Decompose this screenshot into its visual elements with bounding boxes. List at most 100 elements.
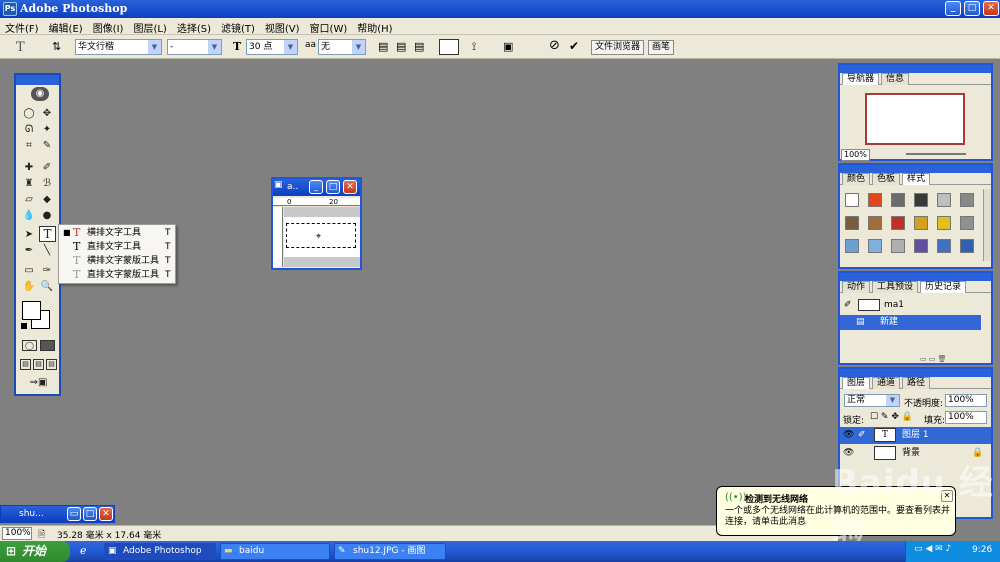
- blend-mode-select[interactable]: 正常 ▼: [844, 394, 900, 407]
- tab-file-browser[interactable]: 文件浏览器: [591, 40, 645, 55]
- style-swatch[interactable]: [891, 193, 905, 207]
- style-swatch[interactable]: [868, 216, 882, 230]
- zoom-field[interactable]: 100%: [2, 527, 32, 540]
- panel-header[interactable]: [840, 65, 991, 73]
- type-tool-preset-icon[interactable]: T: [16, 40, 25, 55]
- document-close-button[interactable]: ✕: [343, 180, 357, 194]
- photoshop-app-icon[interactable]: Ps: [3, 2, 17, 16]
- screen-mode-full-menu-icon[interactable]: ▤: [33, 359, 44, 370]
- toolbox-header[interactable]: [16, 75, 59, 85]
- cancel-icon[interactable]: ⊘: [549, 38, 560, 53]
- taskbar-item-photoshop[interactable]: ▣ Adobe Photoshop: [104, 543, 216, 560]
- palettes-icon[interactable]: ▣: [503, 40, 513, 53]
- maximize-button[interactable]: □: [964, 1, 980, 16]
- styles-scrollbar[interactable]: [983, 189, 991, 261]
- close-button[interactable]: ✕: [99, 507, 113, 521]
- align-right-icon[interactable]: ▤: [414, 40, 424, 53]
- tab-brushes[interactable]: 画笔: [648, 40, 675, 55]
- magic-wand-icon[interactable]: ✦: [40, 123, 54, 137]
- tab-navigator[interactable]: 导航器: [842, 73, 880, 85]
- style-swatch[interactable]: [914, 193, 928, 207]
- line-icon[interactable]: ╲: [40, 244, 54, 258]
- eraser-icon[interactable]: ▱: [22, 193, 36, 207]
- style-swatch[interactable]: [960, 193, 974, 207]
- flyout-item-vertical-type-mask[interactable]: T 直排文字蒙版工具 T: [59, 268, 175, 282]
- style-swatch[interactable]: [960, 239, 974, 253]
- restore-button[interactable]: ▭: [67, 507, 81, 521]
- quick-mask-icon[interactable]: [40, 340, 55, 351]
- navigator-zoom-slider[interactable]: [906, 153, 966, 155]
- lock-icons[interactable]: ☐ ✎ ✥ 🔒: [870, 412, 913, 422]
- minimize-button[interactable]: _: [945, 1, 961, 16]
- tab-actions[interactable]: 动作: [842, 281, 871, 293]
- style-swatch[interactable]: [914, 239, 928, 253]
- document-minimize-button[interactable]: _: [309, 180, 323, 194]
- style-swatch[interactable]: [914, 216, 928, 230]
- history-footer-icons[interactable]: ▭ ▭ 🗑: [920, 355, 988, 363]
- document-maximize-button[interactable]: □: [326, 180, 340, 194]
- history-state-row[interactable]: ▤ 新建: [840, 315, 981, 330]
- start-button[interactable]: ⊞ 开始: [0, 541, 70, 562]
- screen-mode-standard-icon[interactable]: ▤: [20, 359, 31, 370]
- text-color-swatch[interactable]: [439, 39, 459, 55]
- tab-info[interactable]: 信息: [881, 73, 910, 85]
- font-style-select[interactable]: - ▼: [167, 39, 222, 55]
- panel-header[interactable]: [840, 165, 991, 173]
- history-brush-source-icon[interactable]: ✐: [844, 297, 852, 313]
- path-selection-icon[interactable]: ➤: [22, 228, 36, 242]
- warp-text-icon[interactable]: ⟟: [472, 40, 476, 54]
- paint-bucket-icon[interactable]: ◆: [40, 193, 54, 207]
- crop-icon[interactable]: ⌗: [22, 139, 36, 153]
- style-swatch[interactable]: [868, 239, 882, 253]
- marquee-icon[interactable]: ◯: [22, 107, 36, 121]
- tab-history[interactable]: 历史记录: [920, 281, 967, 293]
- antialias-select[interactable]: 无 ▼: [318, 39, 366, 55]
- style-swatch[interactable]: [937, 193, 951, 207]
- fill-field[interactable]: 100%: [945, 411, 987, 424]
- notes-icon[interactable]: ▭: [22, 264, 36, 278]
- style-swatch[interactable]: [845, 216, 859, 230]
- jump-to-imageready-icon[interactable]: ⇒▣: [22, 376, 55, 389]
- type-tool-icon[interactable]: T: [39, 226, 56, 242]
- tab-styles[interactable]: 样式: [902, 173, 931, 185]
- style-swatch[interactable]: [960, 216, 974, 230]
- tab-swatches[interactable]: 色板: [872, 173, 901, 185]
- eye-icon[interactable]: 👁: [843, 427, 854, 444]
- style-swatch[interactable]: [891, 239, 905, 253]
- opacity-field[interactable]: 100%: [945, 394, 987, 407]
- font-size-select[interactable]: 30 点 ▼: [246, 39, 298, 55]
- minimized-document-window[interactable]: shu... ▭ □ ✕: [0, 505, 115, 523]
- style-swatch[interactable]: [891, 216, 905, 230]
- quick-launch-ie-icon[interactable]: ℯ: [80, 544, 87, 557]
- taskbar-item-paint[interactable]: ✎ shu12.JPG - 画图: [334, 543, 446, 560]
- style-swatch[interactable]: [845, 193, 859, 207]
- standard-mode-icon[interactable]: ◯: [22, 340, 37, 351]
- history-snapshot-row[interactable]: ✐ ma1: [840, 297, 991, 313]
- clone-stamp-icon[interactable]: ♜: [22, 177, 36, 191]
- taskbar-item-baidu-folder[interactable]: ▬ baidu: [220, 543, 330, 560]
- navigator-preview[interactable]: [865, 93, 965, 145]
- healing-brush-icon[interactable]: ✚: [22, 161, 36, 175]
- slice-icon[interactable]: ✎: [40, 139, 54, 153]
- tab-channels[interactable]: 通道: [872, 377, 901, 389]
- tab-layers[interactable]: 图层: [842, 377, 871, 389]
- foreground-color-swatch[interactable]: [22, 301, 41, 320]
- navigator-zoom-field[interactable]: 100%: [841, 149, 870, 161]
- brush-icon[interactable]: ✐: [40, 161, 54, 175]
- flyout-item-horizontal-type-mask[interactable]: T 横排文字蒙版工具 T: [59, 254, 175, 268]
- brush-link-icon[interactable]: ✐: [858, 427, 866, 444]
- align-center-icon[interactable]: ▤: [396, 40, 406, 53]
- align-left-icon[interactable]: ▤: [378, 40, 388, 53]
- title-bar[interactable]: Ps Adobe Photoshop _ □ ✕: [0, 0, 1000, 18]
- commit-icon[interactable]: ✔: [569, 39, 579, 53]
- screen-mode-full-icon[interactable]: ▤: [46, 359, 57, 370]
- panel-header[interactable]: [840, 273, 991, 281]
- history-brush-icon[interactable]: ℬ: [40, 177, 54, 191]
- lasso-icon[interactable]: ᘏ: [22, 123, 36, 137]
- hand-icon[interactable]: ✋: [22, 280, 36, 294]
- canvas[interactable]: ⌖: [284, 217, 360, 257]
- tray-icons[interactable]: ▭ ◀ ✉ ♪: [914, 544, 951, 554]
- flyout-item-horizontal-type[interactable]: ■ T 横排文字工具 T: [59, 226, 175, 240]
- panel-header[interactable]: [840, 369, 991, 377]
- style-swatch[interactable]: [937, 239, 951, 253]
